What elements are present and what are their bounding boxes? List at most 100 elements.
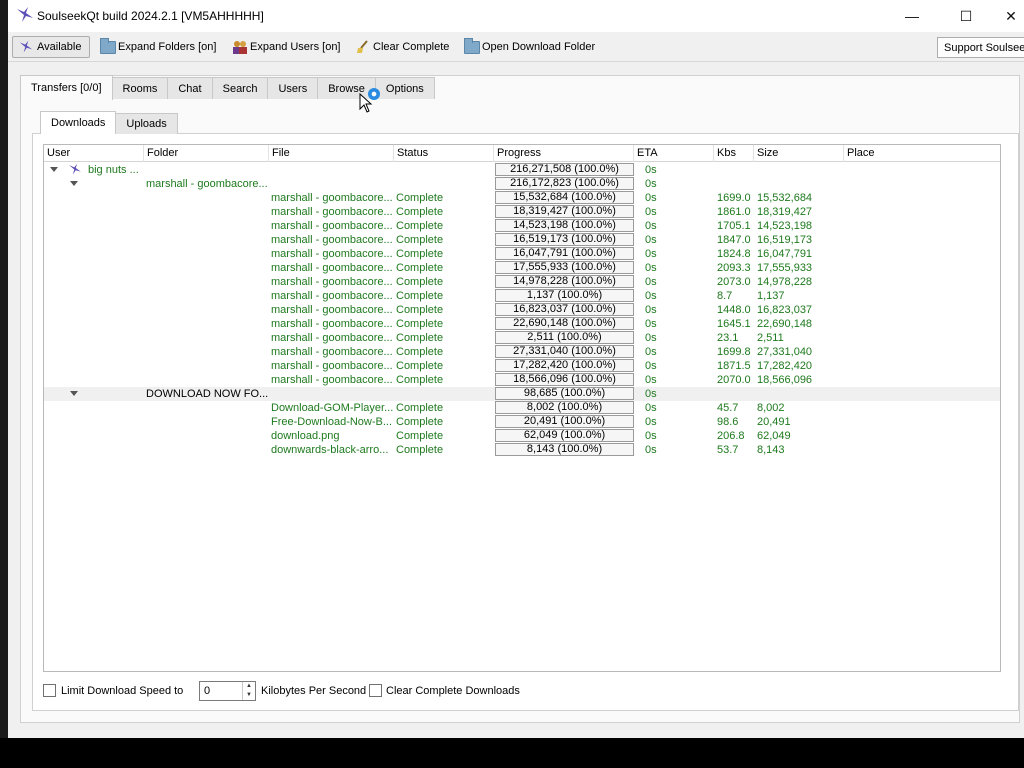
eta-value: 0s — [645, 374, 657, 386]
clear-complete-label: Clear Complete — [373, 41, 450, 53]
kbs-value: 8.7 — [717, 290, 733, 302]
file-name: download.png — [271, 430, 340, 442]
kbs-value: 1824.8 — [717, 248, 751, 260]
size-value: 20,491 — [757, 416, 791, 428]
table-row[interactable]: Free-Download-Now-B... Complete 20,491 (10… — [44, 415, 1000, 429]
size-value: 16,047,791 — [757, 248, 813, 260]
expand-arrow-icon[interactable] — [70, 181, 78, 186]
status-text: Complete — [396, 360, 444, 372]
table-row[interactable]: marshall - goombacore... Complete 17,282,4… — [44, 359, 1000, 373]
kilobytes-per-second-label: Kilobytes Per Second — [261, 685, 367, 697]
kbs-value: 45.7 — [717, 402, 739, 414]
spin-down-icon[interactable]: ▼ — [243, 691, 255, 700]
table-row[interactable]: downwards-black-arro... Complete 8,143 (10… — [44, 443, 1000, 457]
tab-rooms[interactable]: Rooms — [111, 77, 169, 99]
size-value: 8,002 — [757, 402, 785, 414]
table-row[interactable]: big nuts ... 216,271,508 (100.0%) 0s — [44, 163, 1000, 177]
size-value: 27,331,040 — [757, 346, 813, 358]
table-row[interactable]: marshall - goombacore... Complete 14,978,2… — [44, 275, 1000, 289]
title-bar: SoulseekQt build 2024.2.1 [VM5AHHHHH] — … — [8, 0, 1024, 32]
clear-complete-downloads-checkbox[interactable] — [369, 684, 382, 697]
tab-uploads[interactable]: Uploads — [115, 113, 178, 134]
table-row[interactable]: marshall - goombacore... Complete 15,532,6… — [44, 191, 1000, 205]
column-status[interactable]: Status — [394, 145, 494, 162]
kbs-value: 2073.0 — [717, 276, 751, 288]
kbs-value: 1705.1 — [717, 220, 751, 232]
eta-value: 0s — [645, 262, 657, 274]
expand-arrow-icon[interactable] — [70, 391, 78, 396]
table-row[interactable]: Download-GOM-Player... Complete 8,002 (100… — [44, 401, 1000, 415]
table-row[interactable]: marshall - goombacore... Complete 14,523,1… — [44, 219, 1000, 233]
spin-up-icon[interactable]: ▲ — [243, 682, 255, 691]
clear-complete-button[interactable]: Clear Complete — [356, 36, 449, 58]
column-progress[interactable]: Progress — [494, 145, 634, 162]
table-row[interactable]: marshall - goombacore... Complete 18,566,0… — [44, 373, 1000, 387]
column-size[interactable]: Size — [754, 145, 844, 162]
table-row[interactable]: DOWNLOAD NOW FO... 98,685 (100.0%) 0s — [44, 387, 1000, 401]
kbs-value: 2070.0 — [717, 374, 751, 386]
file-name: marshall - goombacore... — [271, 262, 393, 274]
tab-transfers[interactable]: Transfers [0/0] — [20, 75, 113, 100]
column-folder[interactable]: Folder — [144, 145, 269, 162]
support-soulseek-button[interactable]: Support Soulseek — [937, 37, 1024, 58]
eta-value: 0s — [645, 402, 657, 414]
minimize-button[interactable]: — — [889, 0, 935, 32]
table-row[interactable]: marshall - goombacore... Complete 27,331,0… — [44, 345, 1000, 359]
eta-value: 0s — [645, 276, 657, 288]
table-row[interactable]: marshall - goombacore... Complete 22,690,1… — [44, 317, 1000, 331]
table-row[interactable]: marshall - goombacore... Complete 18,319,4… — [44, 205, 1000, 219]
bird-icon — [19, 40, 33, 53]
soulseek-bird-icon — [17, 7, 33, 22]
tab-users[interactable]: Users — [267, 77, 319, 99]
toolbar: Available Expand Folders [on] Expand Use… — [8, 32, 1024, 62]
kbs-value: 1871.5 — [717, 360, 751, 372]
tab-options[interactable]: Options — [374, 77, 435, 99]
transfer-subtabs: Downloads Uploads — [40, 111, 178, 134]
size-value: 1,137 — [757, 290, 785, 302]
size-value: 17,555,933 — [757, 262, 813, 274]
table-row[interactable]: marshall - goombacore... Complete 16,823,0… — [44, 303, 1000, 317]
expand-arrow-icon[interactable] — [50, 167, 58, 172]
column-eta[interactable]: ETA — [634, 145, 714, 162]
available-status-button[interactable]: Available — [12, 36, 91, 58]
progress-bar: 16,047,791 (100.0%) — [495, 247, 634, 260]
table-row[interactable]: marshall - goombacore... Complete 1,137 (1… — [44, 289, 1000, 303]
table-row[interactable]: marshall - goombacore... 216,172,823 (100… — [44, 177, 1000, 191]
eta-value: 0s — [645, 206, 657, 218]
tab-downloads[interactable]: Downloads — [40, 111, 117, 134]
tab-search[interactable]: Search — [211, 77, 269, 99]
table-row[interactable]: marshall - goombacore... Complete 16,047,7… — [44, 247, 1000, 261]
spin-arrows[interactable]: ▲ ▼ — [242, 682, 255, 700]
size-value: 18,319,427 — [757, 206, 813, 218]
column-place[interactable]: Place — [844, 145, 1000, 162]
status-text: Complete — [396, 332, 444, 344]
limit-speed-checkbox[interactable] — [43, 684, 56, 697]
maximize-button[interactable]: ☐ — [943, 0, 989, 32]
kbs-value: 206.8 — [717, 430, 745, 442]
eta-value: 0s — [645, 430, 657, 442]
speed-limit-spinbox[interactable]: 0 ▲ ▼ — [199, 681, 256, 701]
screen-edge — [0, 0, 8, 768]
column-user[interactable]: User — [44, 145, 144, 162]
size-value: 17,282,420 — [757, 360, 813, 372]
table-row[interactable]: marshall - goombacore... Complete 17,555,9… — [44, 261, 1000, 275]
column-file[interactable]: File — [269, 145, 394, 162]
file-name: marshall - goombacore... — [271, 206, 393, 218]
column-kbs[interactable]: Kbs — [714, 145, 754, 162]
users-icon — [233, 41, 247, 54]
expand-folders-button[interactable]: Expand Folders [on] — [100, 36, 216, 58]
close-button[interactable]: ✕ — [988, 0, 1024, 32]
file-name: marshall - goombacore... — [271, 346, 393, 358]
open-download-folder-button[interactable]: Open Download Folder — [464, 36, 595, 58]
table-row[interactable]: download.png Complete 62,049 (100.0%) 0s 206… — [44, 429, 1000, 443]
progress-bar: 216,172,823 (100.0%) — [495, 177, 634, 190]
eta-value: 0s — [645, 416, 657, 428]
file-name: marshall - goombacore... — [271, 192, 393, 204]
table-row[interactable]: marshall - goombacore... Complete 16,519,1… — [44, 233, 1000, 247]
expand-users-button[interactable]: Expand Users [on] — [232, 36, 341, 58]
file-name: marshall - goombacore... — [271, 248, 393, 260]
table-row[interactable]: marshall - goombacore... Complete 2,511 (1… — [44, 331, 1000, 345]
eta-value: 0s — [645, 220, 657, 232]
tab-chat[interactable]: Chat — [167, 77, 213, 99]
progress-bar: 8,002 (100.0%) — [495, 401, 634, 414]
